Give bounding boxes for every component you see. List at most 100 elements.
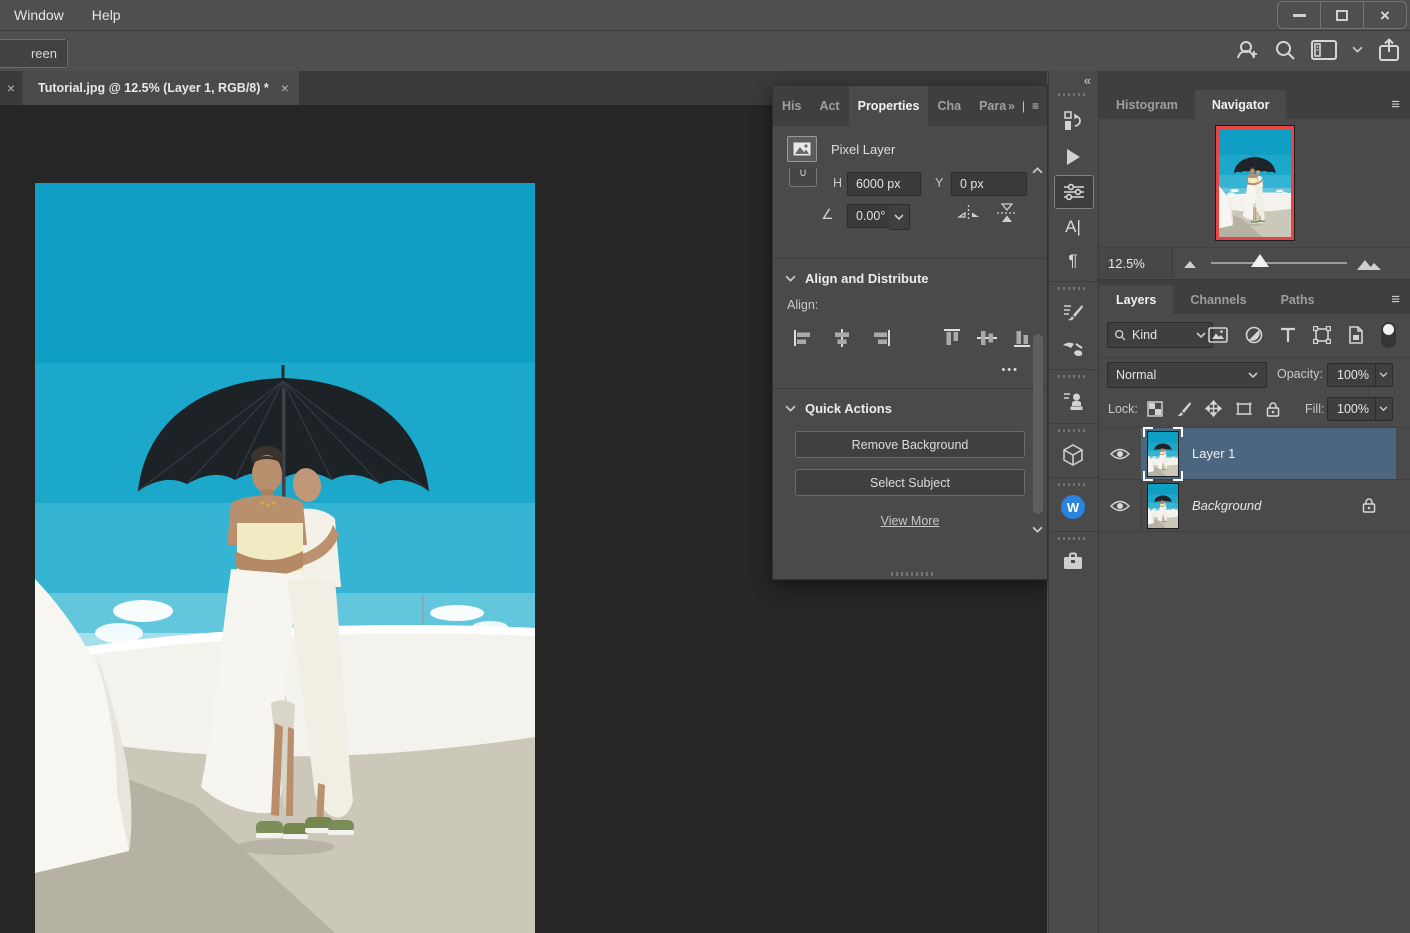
zoom-in-icon[interactable]: [1356, 255, 1382, 271]
link-dimensions-icon[interactable]: ∪: [789, 168, 817, 187]
zoom-slider-thumb[interactable]: [1251, 254, 1269, 267]
background-visibility-toggle[interactable]: [1099, 480, 1142, 531]
brush-settings-panel-icon[interactable]: [1054, 297, 1092, 329]
actions-panel-icon[interactable]: [1054, 141, 1092, 173]
zoom-out-icon[interactable]: [1183, 257, 1201, 269]
close-icon: ×: [1380, 7, 1390, 24]
select-subject-button[interactable]: Select Subject: [795, 469, 1025, 496]
tab-layers[interactable]: Layers: [1099, 285, 1173, 314]
height-input[interactable]: 6000 px: [847, 172, 921, 196]
dock-grip[interactable]: [1058, 429, 1088, 432]
search-icon[interactable]: [1274, 39, 1296, 61]
scrollbar-thumb[interactable]: [1033, 334, 1043, 514]
filter-adjustment-layers-icon[interactable]: [1245, 326, 1263, 344]
lock-position-icon[interactable]: [1205, 400, 1222, 417]
align-top-icon[interactable]: [943, 328, 961, 348]
layers-menu-icon[interactable]: ≡: [1391, 291, 1400, 308]
share-profile-icon[interactable]: [1235, 38, 1259, 62]
dock-grip[interactable]: [1058, 483, 1088, 486]
opacity-dropdown-icon[interactable]: [1375, 364, 1392, 386]
expand-panels-icon[interactable]: «: [1084, 73, 1091, 88]
align-section-header[interactable]: Align and Distribute: [773, 259, 1047, 290]
lock-transparency-icon[interactable]: [1147, 401, 1163, 417]
lock-pixels-icon[interactable]: [1176, 401, 1192, 417]
blend-mode-dropdown[interactable]: Normal: [1107, 362, 1267, 388]
close-button[interactable]: ×: [1363, 2, 1406, 28]
layer-row-background[interactable]: Background: [1099, 480, 1410, 532]
tab-overflow-icon[interactable]: »: [1008, 99, 1015, 113]
filter-kind-dropdown[interactable]: Kind: [1107, 322, 1213, 348]
paragraph-panel-icon[interactable]: ¶: [1054, 245, 1092, 277]
document-tab-close-icon[interactable]: ×: [281, 80, 289, 96]
share-export-icon[interactable]: [1378, 38, 1400, 62]
y-input[interactable]: 0 px: [951, 172, 1027, 196]
tab-channels[interactable]: Channels: [1173, 285, 1263, 314]
dock-grip[interactable]: [1058, 93, 1088, 96]
fit-screen-button-partial[interactable]: reen: [0, 39, 68, 68]
workspace-switcher-icon[interactable]: [1311, 40, 1337, 60]
layer1-name[interactable]: Layer 1: [1192, 446, 1235, 461]
background-thumbnail[interactable]: [1148, 484, 1178, 528]
opacity-input[interactable]: 100%: [1327, 363, 1393, 387]
hidden-tab-close-icon[interactable]: ×: [0, 71, 22, 105]
dock-grip[interactable]: [1058, 375, 1088, 378]
brushes-panel-icon[interactable]: [1054, 333, 1092, 365]
filter-type-layers-icon[interactable]: [1280, 327, 1296, 343]
tab-navigator[interactable]: Navigator: [1195, 90, 1287, 119]
layer1-visibility-toggle[interactable]: [1099, 428, 1142, 479]
remove-background-button[interactable]: Remove Background: [795, 431, 1025, 458]
flip-horizontal-icon[interactable]: [957, 204, 981, 222]
properties-scrollbar[interactable]: [1031, 166, 1045, 534]
tab-history[interactable]: His: [773, 86, 810, 126]
character-panel-icon[interactable]: A|: [1054, 211, 1092, 243]
history-panel-icon[interactable]: [1054, 105, 1092, 137]
workspace-chevron-icon[interactable]: [1352, 46, 1363, 54]
dock-grip[interactable]: [1058, 537, 1088, 540]
layer-row-layer1[interactable]: Layer 1: [1099, 428, 1410, 480]
tab-paths[interactable]: Paths: [1264, 285, 1332, 314]
scroll-up-icon[interactable]: [1032, 166, 1043, 174]
navigator-menu-icon[interactable]: ≡: [1391, 96, 1400, 113]
scroll-down-icon[interactable]: [1032, 526, 1043, 534]
align-more-options-icon[interactable]: •••: [773, 348, 1047, 376]
lock-all-icon[interactable]: [1266, 401, 1280, 417]
tab-histogram[interactable]: Histogram: [1099, 90, 1195, 119]
background-name[interactable]: Background: [1192, 498, 1261, 513]
3d-panel-icon[interactable]: [1054, 439, 1092, 471]
filter-toggle-switch[interactable]: [1381, 322, 1396, 348]
dock-grip[interactable]: [1058, 287, 1088, 290]
align-middle-vertical-icon[interactable]: [977, 328, 997, 348]
filter-smart-objects-icon[interactable]: [1348, 326, 1364, 344]
fill-dropdown-icon[interactable]: [1375, 398, 1392, 420]
libraries-panel-icon[interactable]: [1054, 545, 1092, 577]
filter-pixel-layers-icon[interactable]: [1208, 327, 1228, 343]
fill-input[interactable]: 100%: [1327, 397, 1393, 421]
navigator-proxy-view[interactable]: [1216, 126, 1294, 240]
properties-menu-icon[interactable]: ≡: [1032, 99, 1039, 113]
filter-shape-layers-icon[interactable]: [1313, 326, 1331, 344]
document-tab[interactable]: Tutorial.jpg @ 12.5% (Layer 1, RGB/8) * …: [22, 71, 299, 105]
tab-properties[interactable]: Properties: [849, 86, 929, 126]
align-right-icon[interactable]: [869, 329, 891, 347]
layer1-thumbnail[interactable]: [1148, 432, 1178, 476]
angle-dropdown-button[interactable]: [889, 204, 910, 230]
quick-actions-header[interactable]: Quick Actions: [773, 389, 1047, 420]
flip-vertical-icon[interactable]: [995, 202, 1019, 224]
align-center-horizontal-icon[interactable]: [831, 329, 853, 347]
align-bottom-icon[interactable]: [1013, 328, 1031, 348]
restore-button[interactable]: [1320, 2, 1363, 28]
view-more-link[interactable]: View More: [773, 514, 1047, 528]
align-left-icon[interactable]: [793, 329, 815, 347]
properties-panel-icon[interactable]: [1054, 175, 1094, 209]
zoom-slider-track[interactable]: [1211, 262, 1347, 264]
minimize-button[interactable]: [1278, 2, 1320, 28]
tab-actions[interactable]: Act: [810, 86, 848, 126]
lock-artboard-icon[interactable]: [1235, 401, 1253, 417]
tab-channels[interactable]: Cha: [928, 86, 970, 126]
navigator-zoom-input[interactable]: 12.5%: [1099, 248, 1173, 278]
panel-resize-grip[interactable]: [891, 572, 933, 576]
menu-window[interactable]: Window: [0, 0, 78, 30]
menu-help[interactable]: Help: [78, 0, 135, 30]
w-plugin-panel-icon[interactable]: W: [1054, 491, 1092, 523]
clone-source-panel-icon[interactable]: [1054, 385, 1092, 417]
